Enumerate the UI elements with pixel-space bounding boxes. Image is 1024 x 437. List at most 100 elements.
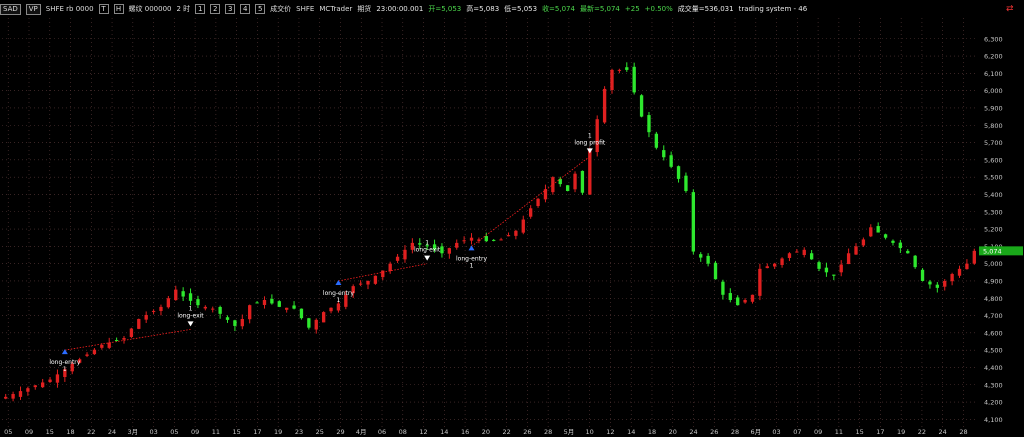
candle-body — [277, 301, 281, 307]
x-tick-label: 19 — [274, 428, 282, 436]
x-tick-label: 17 — [253, 428, 261, 436]
candle-body — [691, 192, 695, 252]
candle-body — [492, 239, 496, 241]
candle-body — [85, 354, 89, 356]
candle-body — [114, 339, 119, 341]
exit-arrow-icon — [424, 255, 431, 261]
candle-body — [336, 303, 341, 311]
candle-body — [48, 379, 52, 383]
signal-label: long-exit — [414, 247, 441, 254]
x-tick-label: 03 — [772, 428, 780, 436]
chart-grid — [2, 18, 978, 428]
candle-body — [388, 263, 392, 271]
last-price-label: 5,074 — [983, 247, 1002, 255]
entry-arrow-icon — [468, 245, 475, 251]
y-tick-label: 4,300 — [984, 381, 1003, 389]
candle-body — [898, 242, 903, 249]
y-tick-label: 6,000 — [984, 87, 1003, 95]
exit-arrow-icon — [586, 148, 593, 154]
candle-body — [573, 173, 577, 190]
time-axis[interactable]: 05 09 15 18 22 24 3月 03 05 09 11 15 17 19 23 25 29 4月 06 08… — [4, 428, 968, 436]
candle-body — [469, 237, 474, 241]
candle-body — [625, 67, 629, 70]
signal-qty: 1 — [337, 297, 341, 304]
candle-body — [225, 317, 230, 320]
candle-body — [255, 302, 259, 304]
y-tick-label: 4,900 — [984, 277, 1003, 285]
x-tick-label: 22 — [502, 428, 510, 436]
candle-body — [869, 227, 873, 237]
candle-body — [832, 274, 836, 276]
candle-body — [285, 307, 289, 310]
candle-body — [11, 393, 15, 399]
y-tick-label: 4,700 — [984, 312, 1003, 320]
candle-body — [913, 255, 917, 268]
candle-body — [795, 251, 799, 253]
candle-body — [699, 254, 703, 258]
candle-body — [654, 133, 659, 148]
candle-body — [861, 239, 866, 246]
x-tick-label: 05 — [170, 428, 178, 436]
trade-line — [64, 328, 191, 351]
signal-qty: 1 — [63, 366, 67, 373]
price-chart[interactable]: long-entry1long-exit1long-entry1long-exi… — [0, 0, 1024, 437]
candle-body — [358, 283, 363, 285]
candle-body — [55, 374, 60, 383]
candle-body — [602, 88, 607, 123]
candle-body — [883, 234, 888, 238]
x-tick-label: 22 — [87, 428, 95, 436]
candle-body — [750, 294, 755, 302]
x-tick-label: 11 — [212, 428, 220, 436]
x-tick-label: 17 — [876, 428, 884, 436]
candle-body — [499, 239, 503, 241]
x-tick-label: 29 — [336, 428, 344, 436]
signal-label: long profit — [574, 139, 605, 146]
x-tick-label: 24 — [108, 428, 116, 436]
candle-body — [455, 242, 459, 248]
y-tick-label: 5,700 — [984, 139, 1003, 147]
candle-body — [972, 250, 976, 264]
candle-body — [817, 262, 821, 269]
candle-body — [543, 189, 548, 200]
x-tick-label: 26 — [710, 428, 718, 436]
candle-body — [787, 253, 792, 258]
candle-body — [846, 253, 851, 265]
x-tick-label: 4月 — [356, 428, 367, 436]
candle-body — [920, 269, 925, 281]
x-tick-label: 26 — [523, 428, 531, 436]
x-tick-label: 6月 — [750, 428, 761, 436]
candle-body — [233, 320, 237, 326]
candle-body — [521, 219, 525, 233]
candle-body — [632, 66, 636, 93]
x-tick-label: 24 — [689, 428, 697, 436]
trade-line — [471, 156, 591, 247]
price-axis[interactable]: 4,100 4,200 4,300 4,400 4,500 4,600 4,700 4,800… — [979, 35, 1023, 424]
candle-body — [144, 314, 148, 320]
y-tick-label: 5,400 — [984, 191, 1003, 199]
candle-body — [418, 243, 422, 245]
signal-label: long-entry — [49, 359, 80, 366]
candle-body — [736, 297, 740, 306]
exit-arrow-icon — [187, 321, 194, 327]
candle-body — [662, 150, 666, 158]
signal-qty: 1 — [189, 305, 193, 312]
candle-body — [4, 396, 8, 399]
candle-body — [950, 274, 954, 282]
x-tick-label: 3月 — [128, 428, 139, 436]
candle-body — [26, 388, 30, 392]
x-tick-label: 25 — [316, 428, 324, 436]
x-tick-label: 15 — [233, 428, 241, 436]
candle-body — [824, 267, 829, 273]
candle-body — [529, 208, 533, 217]
candle-body — [240, 319, 244, 327]
candle-body — [565, 185, 570, 191]
candle-body — [122, 338, 126, 340]
x-tick-label: 14 — [440, 428, 448, 436]
x-tick-label: 03 — [149, 428, 157, 436]
x-tick-label: 12 — [419, 428, 427, 436]
candle-body — [906, 250, 910, 254]
candle-body — [595, 119, 599, 153]
y-tick-label: 5,600 — [984, 156, 1003, 164]
candle-body — [728, 293, 732, 300]
x-tick-label: 18 — [66, 428, 74, 436]
